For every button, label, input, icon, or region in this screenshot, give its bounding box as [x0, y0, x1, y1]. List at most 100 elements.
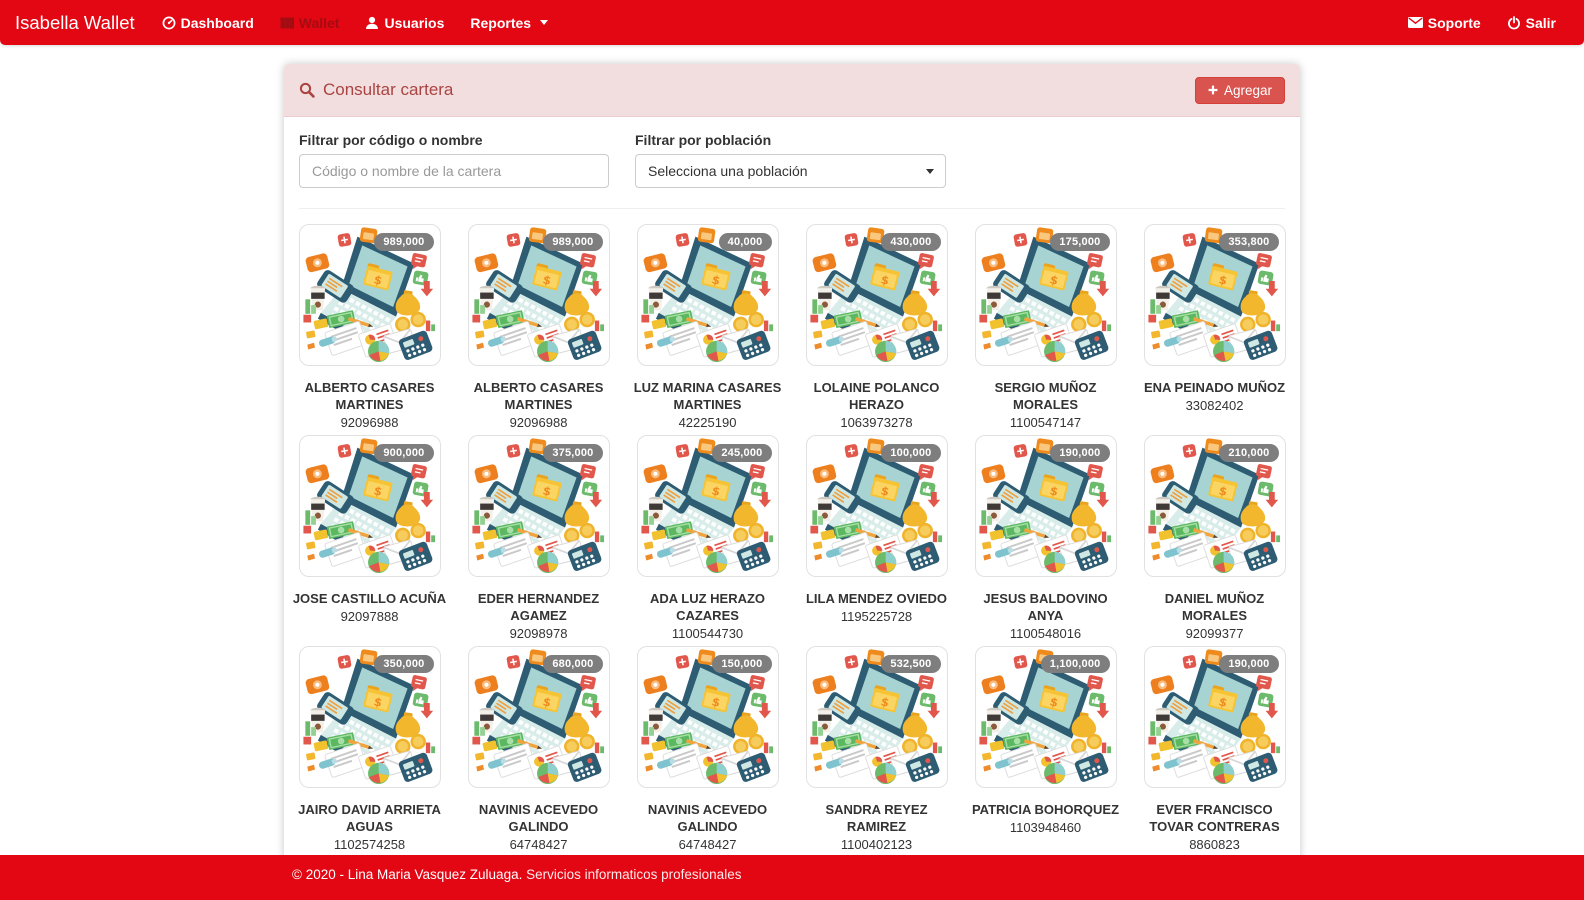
cartera-thumbnail[interactable]: 150,000 — [637, 646, 779, 788]
cartera-thumbnail[interactable]: 430,000 — [806, 224, 948, 366]
card-amount-badge: 353,800 — [1219, 233, 1278, 251]
cartera-thumbnail[interactable]: 100,000 — [806, 435, 948, 577]
code-name-input[interactable] — [299, 154, 609, 188]
cartera-card[interactable]: 1,100,000 PATRICIA BOHORQUEZ 1103948460 — [961, 646, 1130, 857]
card-code: 1063973278 — [840, 415, 912, 432]
cartera-thumbnail[interactable]: 190,000 — [975, 435, 1117, 577]
cartera-card[interactable]: 150,000 NAVINIS ACEVEDO GALINDO 64748427 — [623, 646, 792, 857]
panel-body: Filtrar por código o nombre Filtrar por … — [284, 117, 1300, 872]
card-amount-badge: 375,000 — [543, 444, 602, 462]
card-amount-badge: 680,000 — [543, 655, 602, 673]
cartera-thumbnail[interactable]: 532,500 — [806, 646, 948, 788]
card-code: 64748427 — [679, 837, 737, 854]
cards-grid: 989,000 ALBERTO CASARES MARTINES 9209698… — [285, 224, 1299, 857]
card-amount-badge: 245,000 — [712, 444, 771, 462]
cartera-thumbnail[interactable]: 989,000 — [468, 224, 610, 366]
cartera-card[interactable]: 900,000 JOSE CASTILLO ACUÑA 92097888 — [285, 435, 454, 646]
cartera-thumbnail[interactable]: 900,000 — [299, 435, 441, 577]
card-amount-badge: 532,500 — [881, 655, 940, 673]
page-title: Consultar cartera — [299, 80, 453, 100]
filters-row: Filtrar por código o nombre Filtrar por … — [299, 132, 1285, 188]
card-name: NAVINIS ACEVEDO GALINDO — [460, 802, 618, 836]
card-amount-badge: 175,000 — [1050, 233, 1109, 251]
panel-heading: Consultar cartera Agregar — [284, 64, 1300, 117]
nav-item-reportes[interactable]: Reportes — [457, 0, 561, 45]
cartera-card[interactable]: 430,000 LOLAINE POLANCO HERAZO 106397327… — [792, 224, 961, 435]
card-name: NAVINIS ACEVEDO GALINDO — [629, 802, 787, 836]
footer: © 2020 - Lina Maria Vasquez Zuluaga. Ser… — [0, 855, 1584, 900]
card-name: ALBERTO CASARES MARTINES — [460, 380, 618, 414]
filter-population-label: Filtrar por población — [635, 132, 946, 148]
navbar-right-menu: Soporte Salir — [1395, 0, 1569, 45]
nav-item-dashboard[interactable]: Dashboard — [149, 0, 267, 45]
cartera-card[interactable]: 680,000 NAVINIS ACEVEDO GALINDO 64748427 — [454, 646, 623, 857]
cartera-card[interactable]: 245,000 ADA LUZ HERAZO CAZARES 110054473… — [623, 435, 792, 646]
page-title-text: Consultar cartera — [323, 80, 453, 100]
cartera-card[interactable]: 190,000 JESUS BALDOVINO ANYA 1100548016 — [961, 435, 1130, 646]
filter-code-name: Filtrar por código o nombre — [299, 132, 609, 188]
nav-item-salir[interactable]: Salir — [1494, 0, 1569, 45]
card-code: 33082402 — [1186, 398, 1244, 415]
footer-link[interactable]: Servicios informaticos profesionales — [526, 867, 741, 882]
caret-down-icon — [540, 20, 548, 25]
card-code: 1100547147 — [1010, 415, 1081, 432]
navbar-left-menu: Dashboard Wallet Usuarios Reporte — [149, 0, 561, 45]
add-button[interactable]: Agregar — [1195, 77, 1285, 104]
card-name: SANDRA REYEZ RAMIREZ — [798, 802, 956, 836]
card-name: JOSE CASTILLO ACUÑA — [291, 591, 449, 608]
cartera-card[interactable]: 353,800 ENA PEINADO MUÑOZ 33082402 — [1130, 224, 1299, 435]
card-name: ENA PEINADO MUÑOZ — [1136, 380, 1294, 397]
brand-link[interactable]: Isabella Wallet — [15, 12, 135, 34]
cartera-card[interactable]: 190,000 EVER FRANCISCO TOVAR CONTRERAS 8… — [1130, 646, 1299, 857]
cartera-card[interactable]: 100,000 LILA MENDEZ OVIEDO 1195225728 — [792, 435, 961, 646]
card-name: EVER FRANCISCO TOVAR CONTRERAS — [1136, 802, 1294, 836]
cartera-thumbnail[interactable]: 680,000 — [468, 646, 610, 788]
wallet-icon — [280, 16, 294, 30]
card-name: JAIRO DAVID ARRIETA AGUAS — [291, 802, 449, 836]
cartera-thumbnail[interactable]: 1,100,000 — [975, 646, 1117, 788]
cartera-thumbnail[interactable]: 350,000 — [299, 646, 441, 788]
nav-item-label: Dashboard — [181, 15, 254, 31]
card-code: 64748427 — [510, 837, 568, 854]
cartera-thumbnail[interactable]: 175,000 — [975, 224, 1117, 366]
cartera-thumbnail[interactable]: 190,000 — [1144, 646, 1286, 788]
card-code: 92096988 — [341, 415, 399, 432]
card-amount-badge: 430,000 — [881, 233, 940, 251]
cartera-thumbnail[interactable]: 245,000 — [637, 435, 779, 577]
card-name: JESUS BALDOVINO ANYA — [967, 591, 1125, 625]
search-icon — [299, 82, 315, 98]
cartera-card[interactable]: 989,000 ALBERTO CASARES MARTINES 9209698… — [285, 224, 454, 435]
nav-item-soporte[interactable]: Soporte — [1395, 0, 1494, 45]
nav-item-label: Usuarios — [384, 15, 444, 31]
nav-item-usuarios[interactable]: Usuarios — [352, 0, 457, 45]
card-code: 1102574258 — [334, 837, 405, 854]
cartera-thumbnail[interactable]: 210,000 — [1144, 435, 1286, 577]
cartera-card[interactable]: 175,000 SERGIO MUÑOZ MORALES 1100547147 — [961, 224, 1130, 435]
cartera-card[interactable]: 40,000 LUZ MARINA CASARES MARTINES 42225… — [623, 224, 792, 435]
nav-item-wallet[interactable]: Wallet — [267, 0, 353, 45]
nav-item-label: Soporte — [1428, 15, 1481, 31]
cartera-card[interactable]: 210,000 DANIEL MUÑOZ MORALES 92099377 — [1130, 435, 1299, 646]
card-code: 42225190 — [679, 415, 737, 432]
cartera-card[interactable]: 532,500 SANDRA REYEZ RAMIREZ 1100402123 — [792, 646, 961, 857]
envelope-icon — [1408, 17, 1423, 28]
card-amount-badge: 989,000 — [543, 233, 602, 251]
card-name: PATRICIA BOHORQUEZ — [967, 802, 1125, 819]
card-name: SERGIO MUÑOZ MORALES — [967, 380, 1125, 414]
cartera-card[interactable]: 375,000 EDER HERNANDEZ AGAMEZ 92098978 — [454, 435, 623, 646]
cartera-thumbnail[interactable]: 353,800 — [1144, 224, 1286, 366]
card-amount-badge: 210,000 — [1219, 444, 1278, 462]
cartera-thumbnail[interactable]: 989,000 — [299, 224, 441, 366]
add-button-label: Agregar — [1224, 83, 1272, 98]
card-amount-badge: 350,000 — [374, 655, 433, 673]
cartera-card[interactable]: 989,000 ALBERTO CASARES MARTINES 9209698… — [454, 224, 623, 435]
card-code: 1100548016 — [1010, 626, 1081, 643]
card-amount-badge: 1,100,000 — [1041, 655, 1110, 673]
divider — [299, 208, 1285, 209]
cartera-panel: Consultar cartera Agregar Filtrar por có… — [284, 64, 1300, 900]
population-select[interactable]: Selecciona una población — [635, 154, 946, 188]
cartera-card[interactable]: 350,000 JAIRO DAVID ARRIETA AGUAS 110257… — [285, 646, 454, 857]
cartera-thumbnail[interactable]: 375,000 — [468, 435, 610, 577]
cartera-thumbnail[interactable]: 40,000 — [637, 224, 779, 366]
card-amount-badge: 100,000 — [881, 444, 940, 462]
